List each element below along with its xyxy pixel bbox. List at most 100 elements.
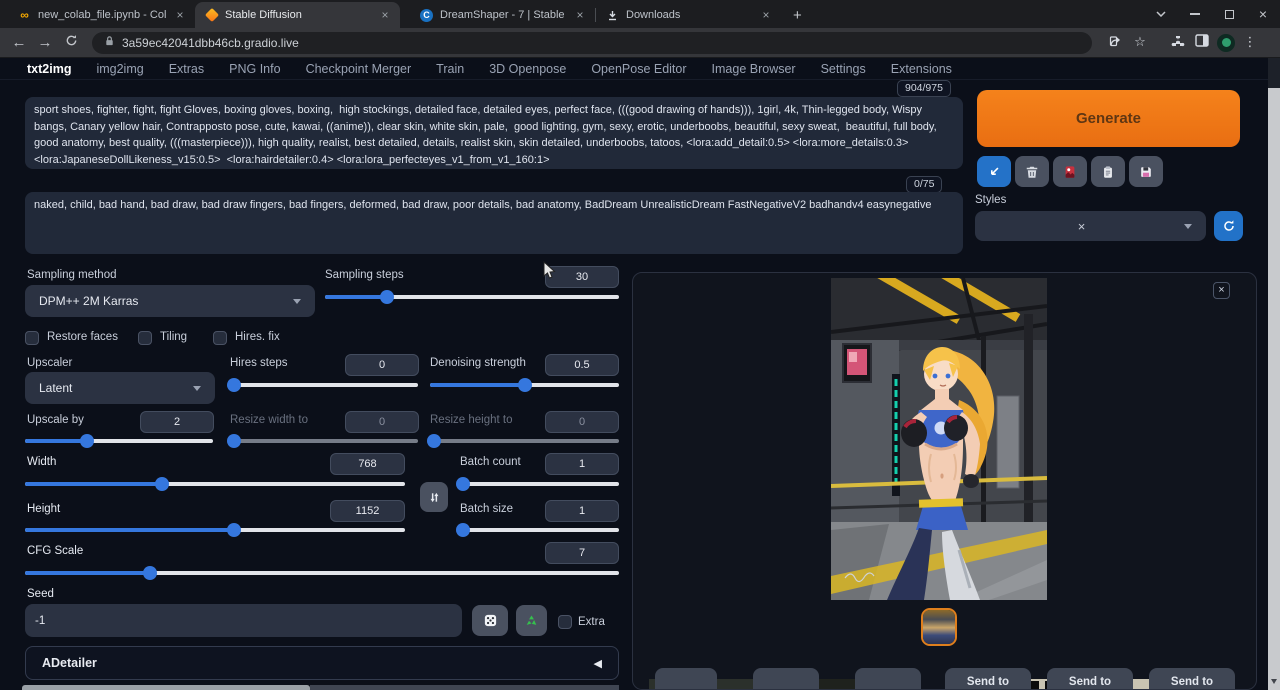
tab-extensions[interactable]: Extensions	[891, 62, 952, 76]
sampling-method-dropdown[interactable]: DPM++ 2M Karras	[25, 285, 315, 317]
tiling-label: Tiling	[160, 331, 187, 343]
tab-train[interactable]: Train	[436, 62, 464, 76]
upscaler-label: Upscaler	[27, 357, 72, 369]
tab-checkpoint-merger[interactable]: Checkpoint Merger	[306, 62, 412, 76]
refresh-styles-button[interactable]	[1214, 211, 1243, 241]
sampling-steps-label: Sampling steps	[325, 269, 404, 281]
mouse-cursor	[543, 261, 556, 285]
batch-count-value[interactable]: 1	[545, 453, 619, 475]
maximize-button[interactable]	[1212, 0, 1246, 28]
close-tab-icon[interactable]: ×	[759, 9, 773, 21]
height-slider[interactable]	[25, 523, 405, 537]
browser-tab-civitai[interactable]: C DreamShaper - 7 | Stable Diffusio ×	[410, 2, 595, 28]
tab-extras[interactable]: Extras	[169, 62, 204, 76]
output-button[interactable]	[655, 668, 717, 690]
tab-png-info[interactable]: PNG Info	[229, 62, 280, 76]
tab-3d-openpose[interactable]: 3D Openpose	[489, 62, 566, 76]
address-bar[interactable]: 3a59ec42041dbb46cb.gradio.live	[92, 32, 1092, 54]
output-button[interactable]	[753, 668, 819, 690]
scrollbar-down-button[interactable]	[1268, 672, 1280, 690]
hires-fix-checkbox[interactable]	[213, 331, 227, 345]
gallery-thumbnail-selected[interactable]	[921, 608, 957, 646]
styles-dropdown[interactable]: ×	[975, 211, 1206, 241]
sampling-steps-value[interactable]: 30	[545, 266, 619, 288]
hires-steps-value[interactable]: 0	[345, 354, 419, 376]
scrollbar-thumb[interactable]	[1268, 88, 1280, 672]
cfg-scale-slider[interactable]	[25, 566, 619, 580]
generate-button[interactable]: Generate	[977, 90, 1240, 147]
restore-faces-checkbox[interactable]	[25, 331, 39, 345]
close-window-button[interactable]: ×	[1246, 0, 1280, 28]
bookmark-star-icon[interactable]: ☆	[1128, 34, 1152, 52]
tab-image-browser[interactable]: Image Browser	[712, 62, 796, 76]
upscale-by-slider[interactable]	[25, 434, 213, 448]
browser-tab-downloads[interactable]: Downloads ×	[596, 2, 781, 28]
tab-title: DreamShaper - 7 | Stable Diffusio	[440, 9, 566, 21]
profile-avatar[interactable]	[1214, 34, 1238, 52]
batch-count-slider[interactable]	[460, 477, 619, 491]
hires-fix-label: Hires. fix	[235, 331, 280, 343]
back-button[interactable]: ←	[6, 34, 32, 51]
close-tab-icon[interactable]: ×	[173, 9, 187, 21]
screen: ∞ new_colab_file.ipynb - Colaborat × Sta…	[0, 0, 1280, 690]
tab-title: Downloads	[626, 9, 752, 21]
share-icon[interactable]	[1104, 34, 1128, 52]
denoising-strength-slider[interactable]	[430, 378, 619, 392]
clear-styles-icon[interactable]: ×	[1078, 219, 1086, 234]
generated-image[interactable]	[831, 278, 1047, 600]
read-parameters-button[interactable]	[977, 156, 1011, 187]
batch-count-label: Batch count	[460, 456, 521, 468]
browser-tab-stable-diffusion[interactable]: Stable Diffusion ×	[195, 2, 400, 28]
resize-width-value[interactable]: 0	[345, 411, 419, 433]
resize-height-value[interactable]: 0	[545, 411, 619, 433]
width-value[interactable]: 768	[330, 453, 405, 475]
height-value[interactable]: 1152	[330, 500, 405, 522]
negative-prompt-input[interactable]: naked, child, bad hand, bad draw, bad dr…	[25, 192, 963, 254]
tab-img2img[interactable]: img2img	[96, 62, 143, 76]
batch-size-slider[interactable]	[460, 523, 619, 537]
send-to-button[interactable]: Send to	[1047, 668, 1133, 690]
clear-prompt-button[interactable]	[1015, 156, 1049, 187]
new-tab-button[interactable]: +	[793, 7, 802, 24]
sampling-steps-slider[interactable]	[325, 290, 619, 304]
close-preview-button[interactable]: ×	[1213, 282, 1230, 299]
hires-steps-slider[interactable]	[230, 378, 418, 392]
tab-openpose-editor[interactable]: OpenPose Editor	[591, 62, 686, 76]
tab-search-icon[interactable]	[1144, 0, 1178, 28]
extra-seed-checkbox[interactable]	[558, 615, 572, 629]
adetailer-accordion[interactable]: ADetailer ◀	[25, 646, 619, 680]
extra-networks-button[interactable]	[1053, 156, 1087, 187]
kebab-menu-icon[interactable]: ⋮	[1238, 34, 1262, 52]
cfg-scale-value[interactable]: 7	[545, 542, 619, 564]
extensions-puzzle-icon[interactable]	[1166, 34, 1190, 52]
send-to-button[interactable]: Send to	[945, 668, 1031, 690]
swap-dimensions-button[interactable]	[420, 482, 448, 512]
tab-txt2img[interactable]: txt2img	[27, 62, 71, 76]
minimize-button[interactable]	[1178, 0, 1212, 28]
resize-width-slider[interactable]	[230, 434, 418, 448]
forward-button[interactable]: →	[32, 34, 58, 51]
random-seed-button[interactable]	[472, 605, 508, 636]
width-slider[interactable]	[25, 477, 405, 491]
batch-size-value[interactable]: 1	[545, 500, 619, 522]
save-style-button[interactable]	[1129, 156, 1163, 187]
collapse-triangle-icon: ◀	[594, 657, 602, 670]
close-tab-icon[interactable]: ×	[378, 9, 392, 21]
output-button[interactable]	[855, 668, 921, 690]
browser-tab-colab[interactable]: ∞ new_colab_file.ipynb - Colaborat ×	[8, 2, 195, 28]
upscaler-dropdown[interactable]: Latent	[25, 372, 215, 404]
send-to-button[interactable]: Send to	[1149, 668, 1235, 690]
seed-input[interactable]: -1	[25, 604, 462, 637]
chevron-down-icon	[293, 299, 301, 304]
close-tab-icon[interactable]: ×	[573, 9, 587, 21]
reload-button[interactable]	[58, 34, 84, 51]
apply-style-button[interactable]	[1091, 156, 1125, 187]
side-panel-icon[interactable]	[1190, 34, 1214, 52]
upscale-by-value[interactable]: 2	[140, 411, 214, 433]
resize-height-slider[interactable]	[430, 434, 619, 448]
tab-settings[interactable]: Settings	[821, 62, 866, 76]
denoising-strength-value[interactable]: 0.5	[545, 354, 619, 376]
tiling-checkbox[interactable]	[138, 331, 152, 345]
reuse-seed-button[interactable]	[516, 605, 547, 636]
prompt-input[interactable]: sport shoes, fighter, fight, fight Glove…	[25, 97, 963, 169]
